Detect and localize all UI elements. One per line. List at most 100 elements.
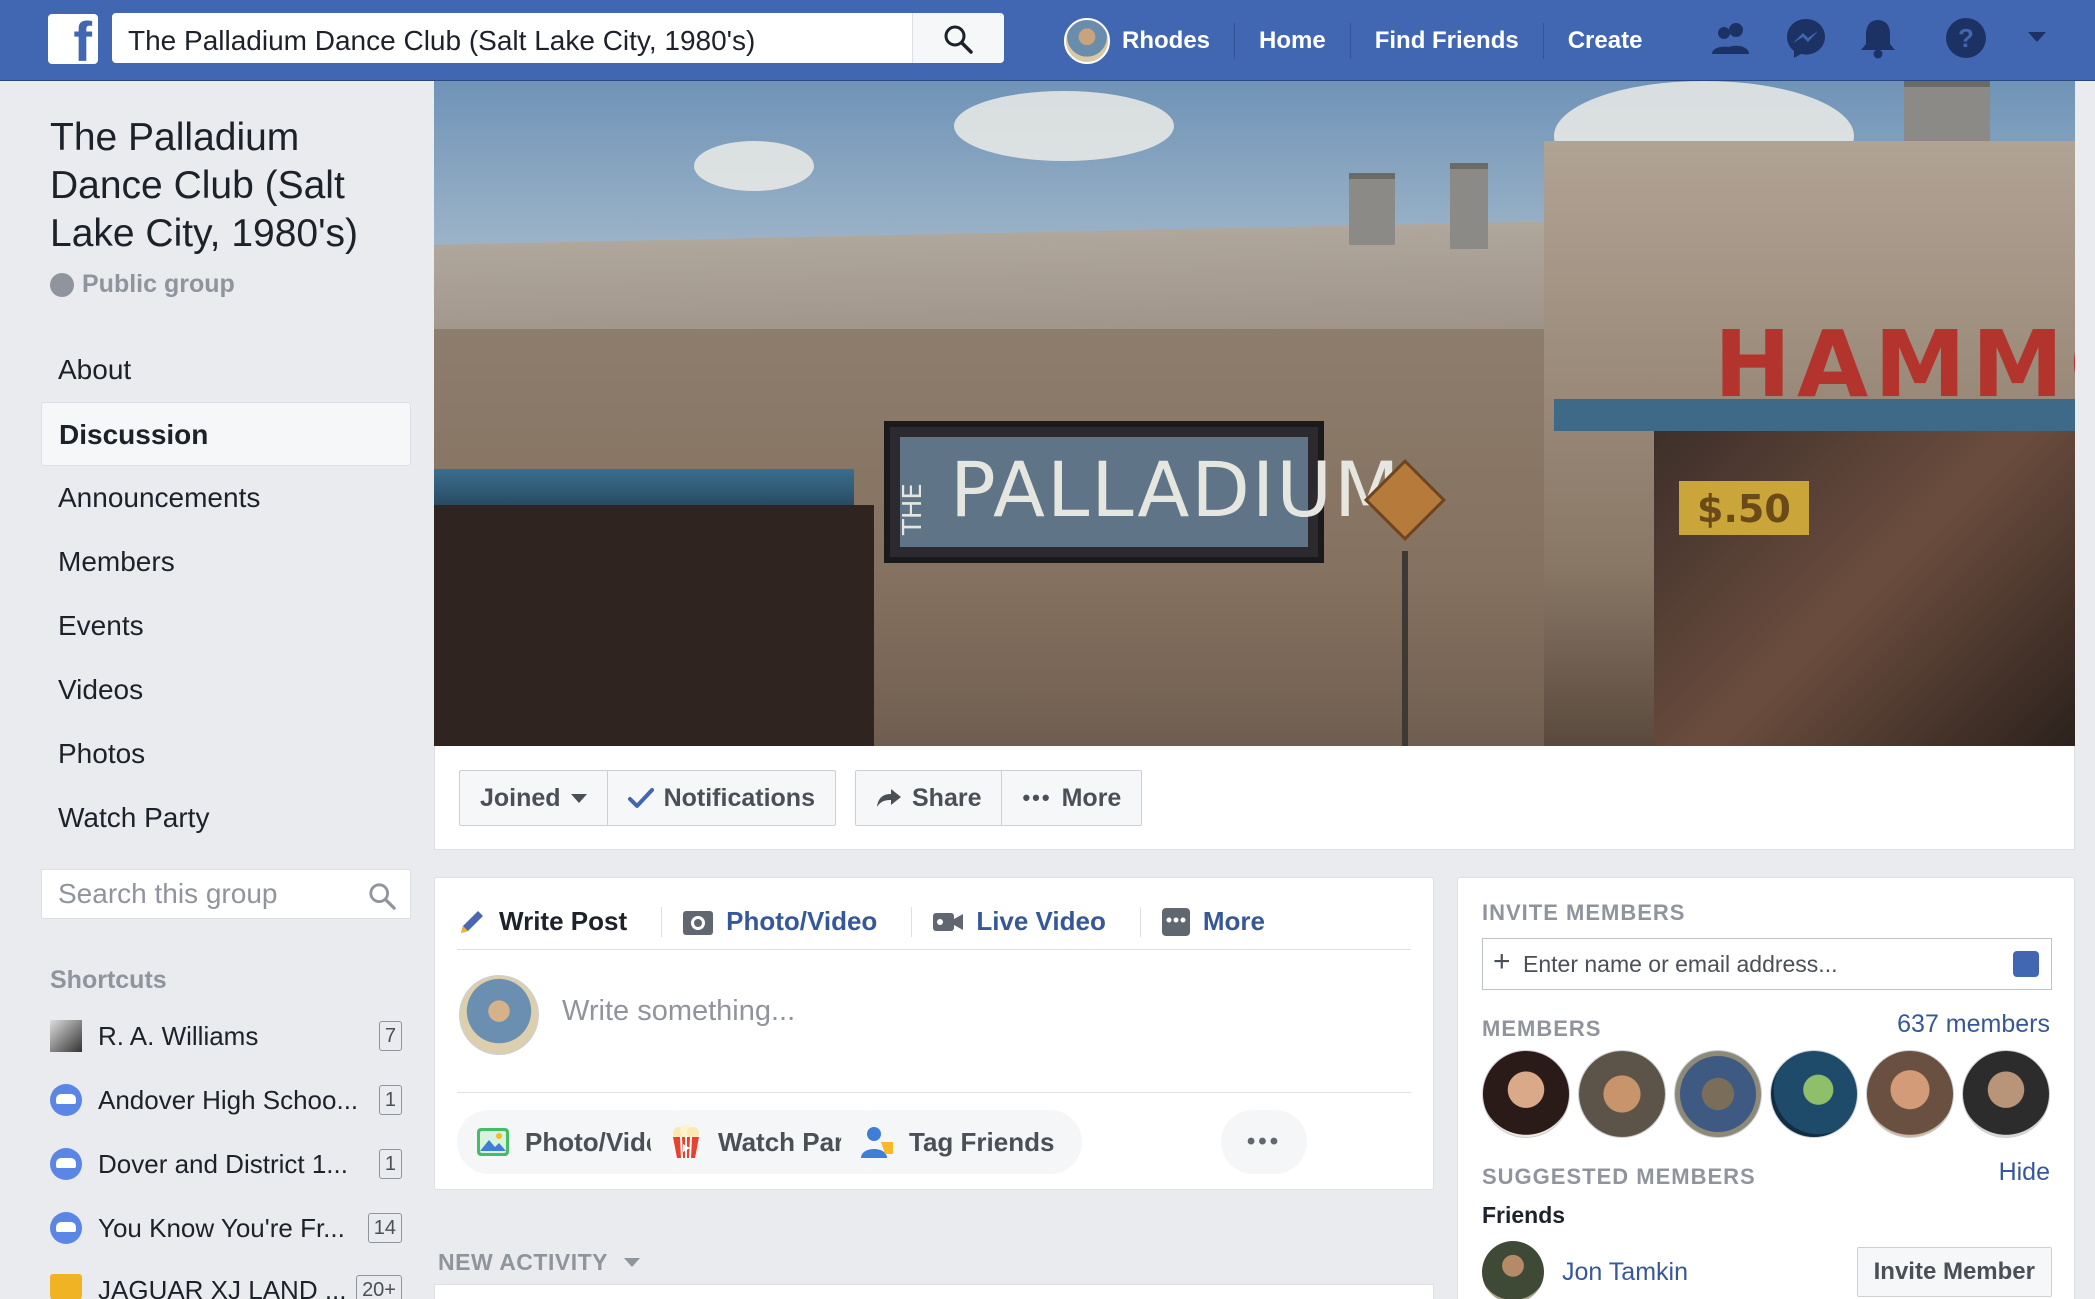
members-count-link[interactable]: 637 members xyxy=(1897,1010,2050,1039)
sidebar-item-videos[interactable]: Videos xyxy=(41,658,411,722)
tab-more-label: More xyxy=(1202,906,1266,936)
shortcut-count-badge: 1 xyxy=(378,1149,402,1179)
tab-divider xyxy=(661,906,663,937)
suggested-member-name[interactable]: Jon Tamkin xyxy=(1562,1258,1857,1287)
invite-input-box: + xyxy=(1482,938,2052,990)
shortcut-name: You Know You're Fr... xyxy=(98,1212,345,1243)
search-icon xyxy=(944,25,973,54)
trophy-icon xyxy=(50,1274,82,1299)
shortcut-item[interactable]: You Know You're Fr... 14 xyxy=(50,1208,402,1248)
shortcut-name: Andover High Schoo... xyxy=(98,1084,359,1115)
nav-profile-link[interactable]: Rhodes xyxy=(1122,27,1210,55)
friends-icon[interactable] xyxy=(1710,16,1754,65)
invite-members-panel: INVITE MEMBERS + MEMBERS 637 members SUG… xyxy=(1457,877,2075,1299)
member-avatar[interactable] xyxy=(1578,1050,1666,1138)
notifications-button[interactable]: Notifications xyxy=(606,771,835,825)
palladium-sign: THE PALLADIUM xyxy=(884,421,1400,563)
shortcut-item[interactable]: Andover High Schoo... 1 xyxy=(50,1080,402,1120)
shortcut-name: JAGUAR XJ LAND ... xyxy=(98,1274,347,1299)
group-title[interactable]: The Palladium Dance Club (Salt Lake City… xyxy=(50,114,390,258)
group-search-input[interactable] xyxy=(58,878,358,910)
tab-photo-video-label: Photo/Video xyxy=(726,906,878,936)
member-avatar[interactable] xyxy=(1962,1050,2050,1138)
primary-nav: Rhodes Home Find Friends Create xyxy=(1064,0,1642,81)
shortcut-count-badge: 20+ xyxy=(356,1275,402,1299)
joined-button[interactable]: Joined xyxy=(460,771,607,825)
sidebar-item-watch-party[interactable]: Watch Party xyxy=(41,786,411,850)
group-cover-photo[interactable]: THE PALLADIUM $.50 HAMMO xyxy=(434,81,2075,746)
tag-friends-button[interactable]: Tag Friends xyxy=(841,1110,1083,1174)
search-button[interactable] xyxy=(912,13,1004,63)
user-avatar[interactable] xyxy=(1064,17,1110,64)
share-buttons: Share ••• More xyxy=(855,770,1143,826)
messenger-icon[interactable] xyxy=(1784,16,1828,65)
more-dots-icon: ••• xyxy=(1246,1128,1282,1155)
chevron-down-icon xyxy=(623,1258,640,1267)
member-avatar[interactable] xyxy=(1866,1050,1954,1138)
joined-label: Joined xyxy=(480,783,561,812)
hide-suggestions-link[interactable]: Hide xyxy=(1999,1158,2050,1187)
member-avatars xyxy=(1482,1050,2058,1138)
more-icon xyxy=(1161,907,1190,936)
more-button[interactable]: ••• More xyxy=(1001,771,1141,825)
more-options-button[interactable]: ••• xyxy=(1221,1110,1307,1174)
membership-buttons: Joined Notifications xyxy=(459,770,836,826)
address-book-icon[interactable] xyxy=(2013,951,2039,977)
group-action-bar: Joined Notifications Share ••• More xyxy=(434,746,2075,850)
notifications-icon[interactable] xyxy=(1856,16,1900,65)
nav-divider xyxy=(1349,22,1351,59)
help-icon[interactable]: ? xyxy=(1944,16,1988,65)
global-search: The Palladium Dance Club (Salt Lake City… xyxy=(112,13,1004,63)
nav-create-link[interactable]: Create xyxy=(1568,27,1643,55)
globe-icon xyxy=(50,272,74,297)
tab-more[interactable]: More xyxy=(1161,906,1279,937)
user-avatar[interactable] xyxy=(459,975,539,1055)
sidebar-item-announcements[interactable]: Announcements xyxy=(41,466,411,530)
tab-write-post[interactable]: Write Post xyxy=(457,906,641,937)
shortcut-item[interactable]: JAGUAR XJ LAND ... 20+ xyxy=(50,1270,402,1299)
price-text: $.50 xyxy=(1697,487,1791,531)
plus-icon: + xyxy=(1493,945,1511,978)
shortcut-name: Dover and District 1... xyxy=(98,1148,348,1179)
shortcut-item[interactable]: R. A. Williams 7 xyxy=(50,1016,402,1056)
facebook-logo-icon[interactable]: f xyxy=(48,14,98,64)
sign-text: PALLADIUM xyxy=(950,445,1402,534)
tab-live-video[interactable]: Live Video xyxy=(932,906,1120,937)
invite-member-button[interactable]: Invite Member xyxy=(1856,1247,2052,1297)
tab-photo-video[interactable]: Photo/Video xyxy=(682,906,891,937)
composer-input[interactable] xyxy=(562,995,1362,1028)
suggested-member-avatar[interactable] xyxy=(1482,1241,1544,1299)
sidebar-item-discussion[interactable]: Discussion xyxy=(41,402,411,466)
cover-cloud xyxy=(954,91,1174,161)
member-avatar[interactable] xyxy=(1674,1050,1762,1138)
invite-members-heading: INVITE MEMBERS xyxy=(1482,900,1686,925)
invite-input[interactable] xyxy=(1523,949,1993,979)
sidebar-item-about[interactable]: About xyxy=(41,338,411,402)
sidebar-item-photos[interactable]: Photos xyxy=(41,722,411,786)
members-heading: MEMBERS xyxy=(1482,1016,1602,1041)
sign-post xyxy=(1402,551,1408,746)
sidebar-item-members[interactable]: Members xyxy=(41,530,411,594)
cover-vent xyxy=(1349,173,1395,245)
tab-live-video-label: Live Video xyxy=(976,906,1106,936)
shortcuts-heading: Shortcuts xyxy=(50,966,167,994)
store-sign-text: HAMMO xyxy=(1714,311,2075,418)
pencil-icon xyxy=(461,910,483,933)
video-camera-icon xyxy=(933,912,964,931)
global-search-input[interactable]: The Palladium Dance Club (Salt Lake City… xyxy=(128,25,755,57)
tab-divider xyxy=(911,906,913,937)
member-avatar[interactable] xyxy=(1482,1050,1570,1138)
new-activity-sort[interactable]: NEW ACTIVITY xyxy=(438,1249,640,1276)
composer-tabs: Write Post Photo/Video Live Video More xyxy=(457,894,1411,950)
shortcut-item[interactable]: Dover and District 1... 1 xyxy=(50,1144,402,1184)
popcorn-icon xyxy=(673,1125,699,1159)
search-icon[interactable] xyxy=(368,882,396,910)
cover-vent xyxy=(1450,163,1488,249)
camera-icon xyxy=(683,910,714,935)
share-button[interactable]: Share xyxy=(856,771,1001,825)
nav-home-link[interactable]: Home xyxy=(1259,27,1326,55)
sidebar-item-events[interactable]: Events xyxy=(41,594,411,658)
nav-find-friends-link[interactable]: Find Friends xyxy=(1375,27,1519,55)
member-avatar[interactable] xyxy=(1770,1050,1858,1138)
account-menu-icon[interactable] xyxy=(2026,30,2048,49)
